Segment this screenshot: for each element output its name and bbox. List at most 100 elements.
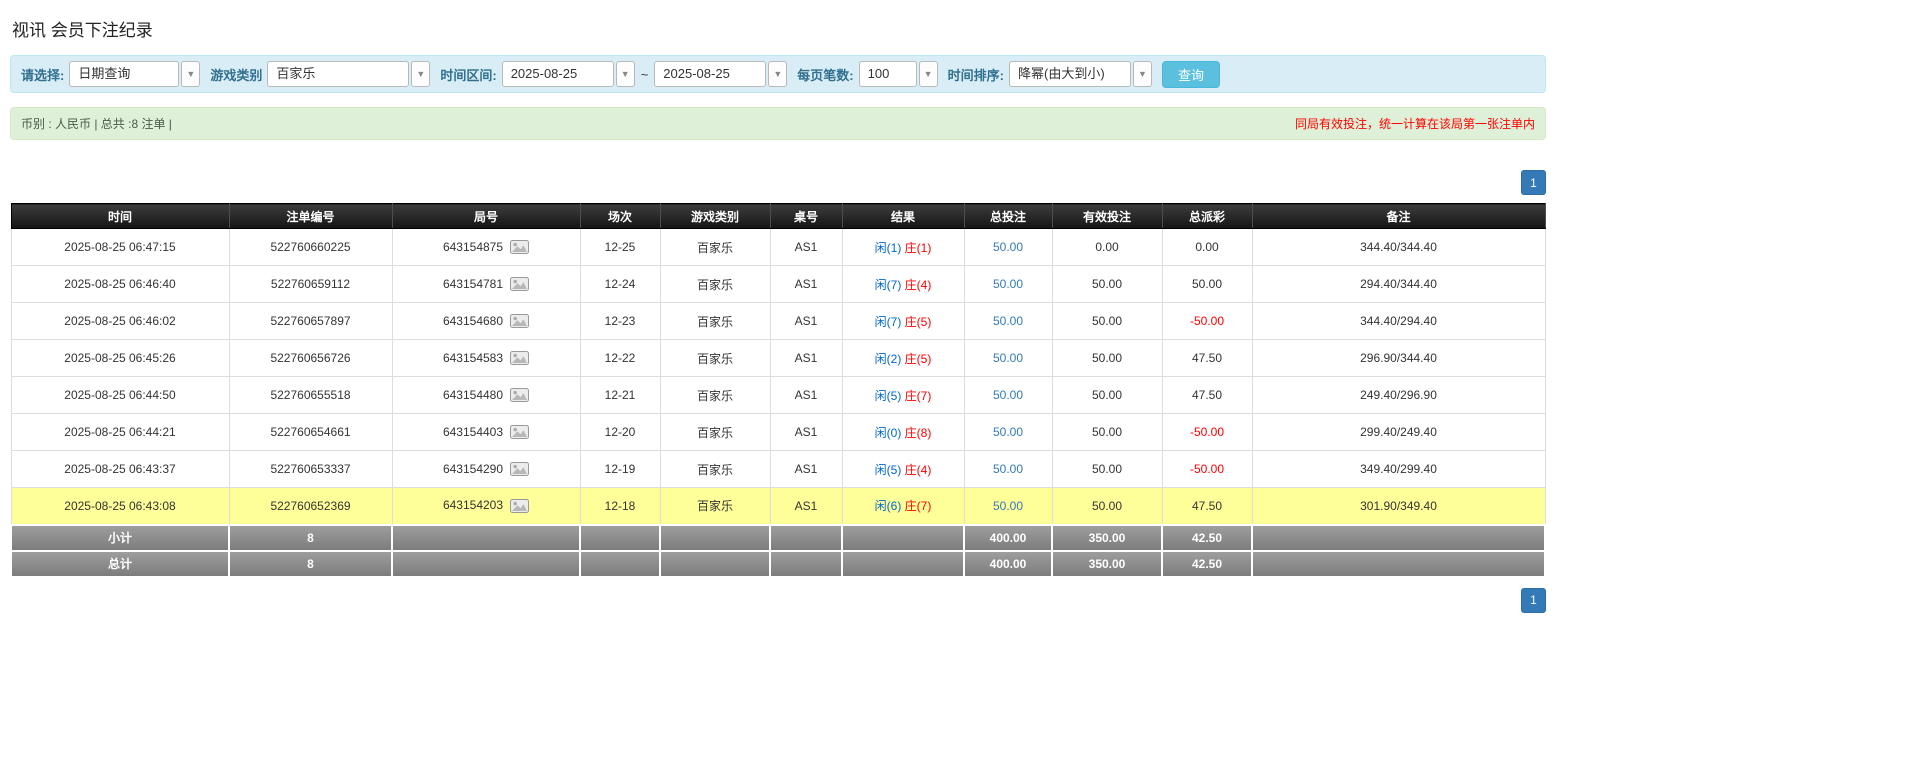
valid-bet-cell: 50.00 bbox=[1052, 266, 1162, 303]
time-cell: 2025-08-25 06:43:37 bbox=[11, 451, 229, 488]
result-banker: 庄(5) bbox=[905, 315, 932, 329]
result-cell: 闲(5) 庄(4) bbox=[842, 451, 964, 488]
table-no-cell: AS1 bbox=[770, 488, 842, 525]
session-cell: 12-18 bbox=[580, 488, 660, 525]
table-row: 2025-08-25 06:43:08522760652369643154203… bbox=[11, 488, 1545, 525]
footer-cell bbox=[842, 551, 964, 577]
round-cell: 643154480 bbox=[392, 377, 580, 414]
chevron-down-icon[interactable]: ▼ bbox=[768, 61, 787, 87]
footer-cell: 350.00 bbox=[1052, 525, 1162, 551]
note-cell: 349.40/299.40 bbox=[1252, 451, 1545, 488]
round-detail-icon[interactable] bbox=[510, 499, 529, 513]
query-type-value[interactable]: 日期查询 bbox=[69, 61, 179, 87]
round-detail-icon[interactable] bbox=[510, 314, 529, 328]
bet-id-cell: 522760653337 bbox=[229, 451, 392, 488]
round-detail-icon[interactable] bbox=[510, 351, 529, 365]
total-bet-link[interactable]: 50.00 bbox=[993, 388, 1023, 402]
game-type-cell: 百家乐 bbox=[660, 229, 770, 266]
total-bet-link[interactable]: 50.00 bbox=[993, 314, 1023, 328]
payout-cell: -50.00 bbox=[1162, 303, 1252, 340]
table-header: 时间注单编号局号场次游戏类别桌号结果总投注有效投注总派彩备注 bbox=[11, 204, 1545, 229]
result-cell: 闲(6) 庄(7) bbox=[842, 488, 964, 525]
page-button[interactable]: 1 bbox=[1521, 588, 1546, 613]
payout-cell: 47.50 bbox=[1162, 377, 1252, 414]
table-no-cell: AS1 bbox=[770, 377, 842, 414]
footer-cell bbox=[1252, 551, 1545, 577]
sort-order-label: 时间排序: bbox=[948, 65, 1004, 84]
payout-cell: 47.50 bbox=[1162, 488, 1252, 525]
bet-id-cell: 522760657897 bbox=[229, 303, 392, 340]
chevron-down-icon[interactable]: ▼ bbox=[181, 61, 200, 87]
footer-cell: 8 bbox=[229, 551, 392, 577]
date-to-value[interactable]: 2025-08-25 bbox=[654, 61, 766, 87]
column-header: 注单编号 bbox=[229, 204, 392, 229]
column-header: 备注 bbox=[1252, 204, 1545, 229]
game-type-cell: 百家乐 bbox=[660, 266, 770, 303]
total-bet-link[interactable]: 50.00 bbox=[993, 462, 1023, 476]
note-cell: 296.90/344.40 bbox=[1252, 340, 1545, 377]
table-row: 2025-08-25 06:46:40522760659112643154781… bbox=[11, 266, 1545, 303]
game-type-value[interactable]: 百家乐 bbox=[267, 61, 409, 87]
date-range-separator: ~ bbox=[641, 67, 649, 82]
round-cell: 643154203 bbox=[392, 488, 580, 525]
round-number: 643154403 bbox=[443, 425, 503, 439]
total-bet-link[interactable]: 50.00 bbox=[993, 351, 1023, 365]
note-cell: 301.90/349.40 bbox=[1252, 488, 1545, 525]
query-type-combo: 日期查询 ▼ bbox=[69, 61, 200, 87]
total-bet-cell: 50.00 bbox=[964, 266, 1052, 303]
date-from-value[interactable]: 2025-08-25 bbox=[502, 61, 614, 87]
total-bet-link[interactable]: 50.00 bbox=[993, 277, 1023, 291]
sort-order-combo: 降幂(由大到小) ▼ bbox=[1009, 61, 1152, 87]
total-bet-cell: 50.00 bbox=[964, 451, 1052, 488]
note-cell: 299.40/249.40 bbox=[1252, 414, 1545, 451]
pagination-top: 1 bbox=[10, 170, 1546, 195]
chevron-down-icon[interactable]: ▼ bbox=[616, 61, 635, 87]
total-bet-link[interactable]: 50.00 bbox=[993, 240, 1023, 254]
session-cell: 12-22 bbox=[580, 340, 660, 377]
total-bet-cell: 50.00 bbox=[964, 488, 1052, 525]
session-cell: 12-24 bbox=[580, 266, 660, 303]
result-cell: 闲(2) 庄(5) bbox=[842, 340, 964, 377]
game-type-cell: 百家乐 bbox=[660, 377, 770, 414]
time-cell: 2025-08-25 06:46:02 bbox=[11, 303, 229, 340]
result-banker: 庄(4) bbox=[905, 463, 932, 477]
round-detail-icon[interactable] bbox=[510, 425, 529, 439]
column-header: 场次 bbox=[580, 204, 660, 229]
column-header: 有效投注 bbox=[1052, 204, 1162, 229]
result-player: 闲(6) bbox=[875, 499, 902, 513]
session-cell: 12-20 bbox=[580, 414, 660, 451]
sort-order-value[interactable]: 降幂(由大到小) bbox=[1009, 61, 1131, 87]
chevron-down-icon[interactable]: ▼ bbox=[1133, 61, 1152, 87]
page-title: 视讯 会员下注纪录 bbox=[12, 16, 1546, 41]
time-cell: 2025-08-25 06:43:08 bbox=[11, 488, 229, 525]
bet-id-cell: 522760654661 bbox=[229, 414, 392, 451]
valid-bet-cell: 0.00 bbox=[1052, 229, 1162, 266]
payout-cell: 0.00 bbox=[1162, 229, 1252, 266]
column-header: 时间 bbox=[11, 204, 229, 229]
round-detail-icon[interactable] bbox=[510, 462, 529, 476]
payout-cell: 50.00 bbox=[1162, 266, 1252, 303]
round-detail-icon[interactable] bbox=[510, 240, 529, 254]
round-detail-icon[interactable] bbox=[510, 388, 529, 402]
total-bet-link[interactable]: 50.00 bbox=[993, 425, 1023, 439]
result-player: 闲(5) bbox=[875, 389, 902, 403]
chevron-down-icon[interactable]: ▼ bbox=[411, 61, 430, 87]
round-detail-icon[interactable] bbox=[510, 277, 529, 291]
column-header: 游戏类别 bbox=[660, 204, 770, 229]
total-bet-link[interactable]: 50.00 bbox=[993, 499, 1023, 513]
payout-cell: 47.50 bbox=[1162, 340, 1252, 377]
round-cell: 643154290 bbox=[392, 451, 580, 488]
page-button[interactable]: 1 bbox=[1521, 170, 1546, 195]
search-button[interactable]: 查询 bbox=[1162, 61, 1220, 88]
result-banker: 庄(8) bbox=[905, 426, 932, 440]
session-cell: 12-23 bbox=[580, 303, 660, 340]
chevron-down-icon[interactable]: ▼ bbox=[919, 61, 938, 87]
valid-bet-cell: 50.00 bbox=[1052, 414, 1162, 451]
result-player: 闲(1) bbox=[875, 241, 902, 255]
date-range-label: 时间区间: bbox=[440, 65, 496, 84]
info-bar: 币别 : 人民币 | 总共 :8 注单 | 同局有效投注，统一计算在该局第一张注… bbox=[10, 107, 1546, 140]
valid-bet-cell: 50.00 bbox=[1052, 340, 1162, 377]
page-size-value[interactable]: 100 bbox=[859, 61, 917, 87]
footer-cell: 总计 bbox=[11, 551, 229, 577]
result-player: 闲(5) bbox=[875, 463, 902, 477]
